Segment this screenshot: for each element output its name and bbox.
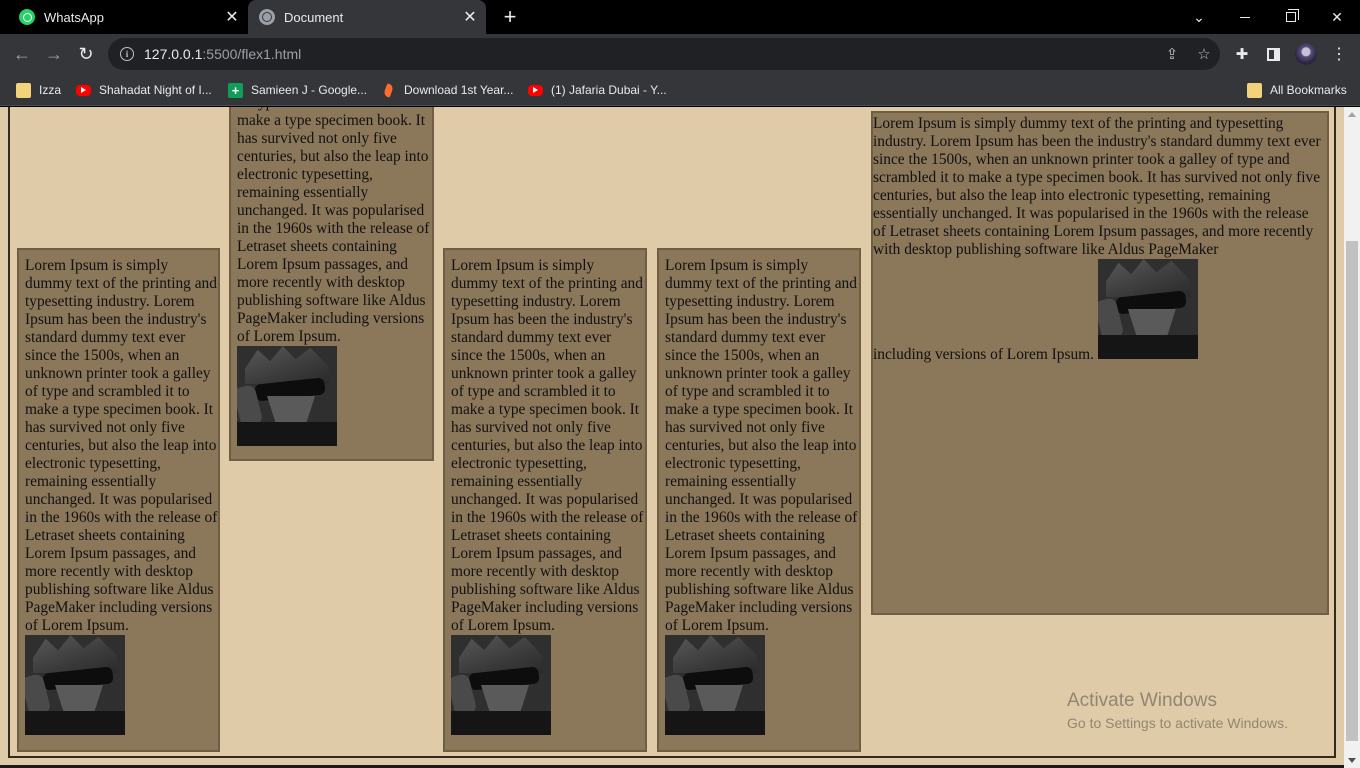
folder-icon: [16, 82, 31, 98]
restore-button[interactable]: [1268, 0, 1314, 34]
avatar: [1295, 43, 1317, 65]
globe-icon: [259, 9, 275, 25]
lorem-text: Lorem Ipsum is simply dummy text of the …: [451, 257, 644, 634]
download-site-icon: [381, 83, 396, 98]
watermark-title: Activate Windows: [1067, 690, 1217, 711]
bookmark-izza[interactable]: Izza: [16, 80, 61, 100]
close-icon[interactable]: ✕: [460, 7, 480, 27]
bookmarks-bar: Izza Shahadat Night of I... + Samieen J …: [0, 74, 1360, 106]
restore-icon: [1286, 9, 1299, 22]
scroll-up-arrow-icon[interactable]: [1348, 112, 1356, 117]
flex-item-3: Lorem Ipsum is simply dummy text of the …: [443, 248, 647, 752]
bookmark-label: Samieen J - Google...: [251, 83, 368, 97]
scroll-thumb[interactable]: [1346, 241, 1358, 741]
flex-item-2: Lorem Ipsum is simply dummy text of the …: [229, 107, 434, 461]
all-bookmarks[interactable]: All Bookmarks: [1247, 80, 1347, 100]
close-icon[interactable]: ✕: [222, 7, 242, 27]
url-host: 127.0.0.1: [144, 46, 203, 62]
back-button[interactable]: ←: [9, 41, 35, 67]
flex-item-5: Lorem Ipsum is simply dummy text of the …: [871, 111, 1329, 615]
forward-button[interactable]: →: [41, 41, 67, 67]
bookmark-download[interactable]: Download 1st Year...: [381, 80, 513, 100]
google-sheets-icon: +: [228, 82, 243, 98]
profile-avatar-button[interactable]: [1293, 41, 1319, 67]
bookmark-shahadat[interactable]: Shahadat Night of I...: [76, 80, 212, 100]
anime-character-image: [1097, 259, 1198, 359]
bookmark-jafaria[interactable]: (1) Jafaria Dubai - Y...: [528, 80, 667, 100]
new-tab-button[interactable]: +: [498, 4, 522, 30]
vertical-scrollbar[interactable]: [1344, 107, 1360, 768]
bookmark-label: All Bookmarks: [1270, 83, 1347, 97]
reload-button[interactable]: ↻: [73, 41, 99, 67]
share-icon[interactable]: ⇪: [1156, 38, 1188, 70]
url-text[interactable]: 127.0.0.1:5500/flex1.html: [144, 46, 1156, 62]
lorem-text-wide: Lorem Ipsum is simply dummy text of the …: [873, 113, 1327, 364]
tab-label: WhatsApp: [44, 9, 104, 25]
image-wrapper: [231, 346, 432, 446]
lorem-text: Lorem Ipsum is simply dummy text of the …: [237, 107, 430, 345]
bookmark-label: Download 1st Year...: [404, 83, 514, 97]
lorem-text-after: including versions of Lorem Ipsum.: [873, 346, 1094, 363]
image-wrapper: [19, 635, 218, 735]
bookmark-label: Izza: [39, 83, 62, 97]
tab-whatsapp[interactable]: WhatsApp ✕: [8, 0, 248, 34]
tab-label: Document: [284, 9, 344, 25]
youtube-icon: [528, 84, 543, 96]
extensions-puzzle-icon[interactable]: ✚: [1229, 41, 1255, 67]
tab-document[interactable]: Document ✕: [248, 0, 486, 34]
address-bar[interactable]: i 127.0.0.1:5500/flex1.html ⇪ ☆: [108, 38, 1220, 70]
browser-menu-button[interactable]: ⋮: [1326, 41, 1352, 67]
minimize-icon: [1240, 16, 1250, 18]
image-wrapper: [659, 635, 859, 735]
image-wrapper: [445, 635, 645, 735]
browser-toolbar: ← → ↻ i 127.0.0.1:5500/flex1.html ⇪ ☆ ✚ …: [0, 34, 1360, 74]
lorem-text-before: Lorem Ipsum is simply dummy text of the …: [873, 115, 1321, 258]
youtube-icon: [76, 84, 91, 96]
anime-character-image: [665, 635, 765, 735]
side-panel-icon: [1266, 47, 1280, 61]
site-info-icon[interactable]: i: [120, 47, 134, 61]
url-path: :5500/flex1.html: [202, 46, 302, 62]
tab-search-chevron-icon[interactable]: ⌄: [1176, 0, 1222, 34]
watermark-subtitle: Go to Settings to activate Windows.: [1067, 715, 1288, 731]
folder-icon: [1247, 82, 1262, 98]
bookmark-label: (1) Jafaria Dubai - Y...: [551, 83, 667, 97]
bookmark-label: Shahadat Night of I...: [99, 83, 212, 97]
flex-item-1: Lorem Ipsum is simply dummy text of the …: [17, 248, 220, 752]
side-panel-button[interactable]: [1260, 41, 1286, 67]
page-viewport[interactable]: Lorem Ipsum is simply dummy text of the …: [0, 107, 1360, 768]
lorem-text: Lorem Ipsum is simply dummy text of the …: [25, 257, 218, 634]
lorem-text: Lorem Ipsum is simply dummy text of the …: [665, 257, 858, 634]
windows-activation-watermark: Activate Windows Go to Settings to activ…: [1067, 690, 1288, 733]
flex-container: Lorem Ipsum is simply dummy text of the …: [8, 107, 1336, 758]
window-close-button[interactable]: ✕: [1314, 0, 1360, 34]
bookmark-samieen[interactable]: + Samieen J - Google...: [228, 80, 367, 100]
whatsapp-icon: [19, 9, 35, 25]
scroll-down-arrow-icon[interactable]: [1348, 758, 1356, 763]
flex-item-4: Lorem Ipsum is simply dummy text of the …: [657, 248, 861, 752]
anime-character-image: [25, 635, 125, 735]
bookmark-star-icon[interactable]: ☆: [1188, 38, 1220, 70]
anime-character-image: [237, 346, 337, 446]
minimize-button[interactable]: [1222, 0, 1268, 34]
tab-strip: WhatsApp ✕ Document ✕ + ⌄ ✕: [0, 0, 1360, 34]
anime-character-image: [451, 635, 551, 735]
